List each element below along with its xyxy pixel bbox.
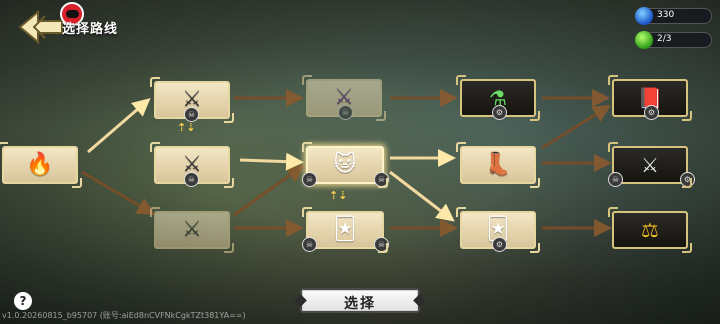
- node-elite-battle-2[interactable]: ⚔ ☠: [302, 75, 386, 121]
- select-button[interactable]: 选择: [300, 288, 420, 313]
- stamina-count: 2/3: [657, 34, 672, 44]
- enemy-badge-icon: ☠: [184, 172, 199, 187]
- gem-counter[interactable]: 330: [635, 7, 712, 25]
- green-energy-icon: [635, 31, 653, 49]
- enemy-badge-icon: ☠: [374, 237, 389, 252]
- node-spellbook-4[interactable]: 📕 ⚙: [608, 75, 692, 121]
- node-battle-top-1[interactable]: ⚔ ☠: [150, 77, 234, 123]
- enemy-badge-icon: ☠: [338, 105, 353, 120]
- settings-badge-icon: ⚙: [680, 172, 695, 187]
- node-battle-4[interactable]: ⚔ ☠ ⚙: [608, 142, 695, 188]
- campfire-icon: 🔥: [26, 152, 54, 177]
- node-campfire[interactable]: 🔥: [0, 142, 82, 188]
- stamina-counter[interactable]: 2/3: [635, 31, 712, 49]
- page-title: 选择路线: [62, 22, 119, 37]
- enemy-badge-icon: ☠: [302, 237, 317, 252]
- node-hero-card-3[interactable]: 🃏 ⚙: [456, 207, 540, 253]
- node-scales-4[interactable]: ⚖: [608, 207, 692, 253]
- swap-arrows-icon: ⇡⇣: [177, 121, 196, 134]
- back-arrow-button[interactable]: [18, 10, 66, 44]
- swap-arrows-icon: ⇡⇣: [329, 189, 348, 202]
- node-battle-mid-1[interactable]: ⚔ ☠: [150, 142, 234, 188]
- version-text: v1.0.20260815_b95707 (账号:aiEd8nCVFNkCgkT…: [2, 311, 246, 320]
- help-icon[interactable]: ?: [14, 292, 32, 310]
- enemy-badge-icon: ☠: [302, 172, 317, 187]
- node-boots-3[interactable]: 👢: [456, 142, 540, 188]
- crossed-swords-icon: ⚔: [641, 153, 659, 177]
- enemy-badge-icon: ☠: [184, 107, 199, 122]
- node-hero-card-2[interactable]: 🃏 ☠ ☠: [302, 207, 389, 253]
- gem-count: 330: [657, 10, 675, 20]
- node-hero-2[interactable]: 🐱 ☠ ☠: [302, 142, 389, 188]
- blue-gem-icon: [635, 7, 653, 25]
- settings-badge-icon: ⚙: [492, 237, 507, 252]
- node-battle-bot-1[interactable]: ⚔: [150, 207, 234, 253]
- settings-badge-icon: ⚙: [644, 105, 659, 120]
- enemy-badge-icon: ☠: [608, 172, 623, 187]
- golden-scales-icon: ⚖: [641, 218, 659, 242]
- crossed-swords-icon: ⚔: [182, 217, 202, 242]
- enemy-badge-icon: ☠: [374, 172, 389, 187]
- node-potion-3[interactable]: ⚗ ⚙: [456, 75, 540, 121]
- select-button-label: 选择: [344, 296, 376, 312]
- hero-card-icon: 🃏: [333, 217, 357, 242]
- cat-hero-portrait: 🐱: [333, 152, 357, 177]
- settings-badge-icon: ⚙: [492, 105, 507, 120]
- boots-icon: 👢: [484, 152, 512, 177]
